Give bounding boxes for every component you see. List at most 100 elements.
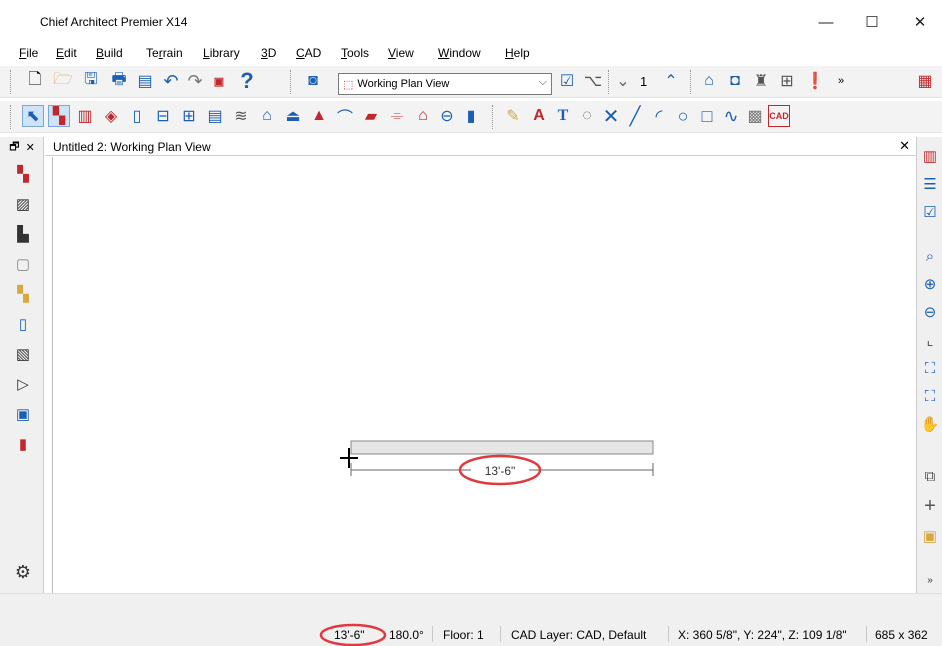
- open-folder-icon[interactable]: 🗁: [52, 70, 74, 92]
- fence-wall-icon[interactable]: ▧: [12, 343, 34, 365]
- undo-zoom-icon[interactable]: ⌞: [919, 329, 941, 351]
- elevation-icon[interactable]: ⊞: [776, 70, 798, 92]
- toolbar-grip[interactable]: [492, 105, 495, 129]
- plan-canvas[interactable]: 13'-6": [52, 157, 916, 593]
- electrical-icon[interactable]: ▮: [460, 105, 482, 127]
- door-icon[interactable]: ▯: [126, 105, 148, 127]
- toolbar-grip[interactable]: [690, 70, 693, 94]
- trim-icon[interactable]: ⌯: [386, 105, 408, 127]
- new-file-icon[interactable]: 🗋: [24, 70, 46, 92]
- cad-detail-icon[interactable]: ▩: [744, 105, 766, 127]
- curved-wall-icon[interactable]: ▮: [12, 433, 34, 455]
- view-select[interactable]: ⬚ Working Plan View ⌵: [338, 73, 552, 95]
- floor-plan-house-icon[interactable]: ⌂: [698, 70, 720, 92]
- rectangle-tool-icon[interactable]: □: [696, 105, 718, 127]
- crosshair-icon[interactable]: +: [919, 495, 941, 517]
- spline-tool-icon[interactable]: ∿: [720, 105, 742, 127]
- help-icon[interactable]: ?: [236, 68, 258, 93]
- pony-wall-icon[interactable]: ▢: [12, 253, 34, 275]
- maximize-button[interactable]: ☐: [852, 12, 892, 34]
- cabinet-icon[interactable]: ◈: [100, 105, 122, 127]
- menu-help[interactable]: Help: [505, 46, 530, 60]
- wall-tool-icon[interactable]: ▚: [48, 105, 70, 127]
- menu-tools[interactable]: Tools: [341, 46, 369, 60]
- cad-block-icon[interactable]: CAD: [768, 105, 790, 127]
- menu-file[interactable]: File: [19, 46, 38, 60]
- camera-view-icon[interactable]: ◙: [302, 70, 324, 92]
- stairs-icon[interactable]: ≋: [230, 105, 252, 127]
- menu-3d[interactable]: 3D: [261, 46, 276, 60]
- terrain-icon[interactable]: ⌒: [334, 105, 356, 127]
- settings-gear-icon[interactable]: ⚙: [12, 561, 34, 583]
- pan-hand-icon[interactable]: ✋: [919, 413, 941, 435]
- checklist-icon[interactable]: ☑: [556, 70, 578, 92]
- zoom-icon[interactable]: ⌕: [919, 245, 941, 267]
- pin-panel-icon[interactable]: 🗗: [9, 138, 19, 157]
- zoom-in-icon[interactable]: ⊕: [919, 273, 941, 295]
- wall-segment[interactable]: [350, 440, 654, 455]
- toolbar-grip[interactable]: [10, 105, 13, 129]
- menu-view[interactable]: View: [388, 46, 414, 60]
- camera-icon[interactable]: ◘: [724, 70, 746, 92]
- menu-edit[interactable]: Edit: [56, 46, 77, 60]
- toolbar-overflow-icon[interactable]: »: [830, 70, 852, 92]
- zoom-out-icon[interactable]: ⊖: [919, 301, 941, 323]
- room-divider-icon[interactable]: ▷: [12, 373, 34, 395]
- toolbar-grip[interactable]: [10, 70, 13, 94]
- roof-icon[interactable]: ⌂: [256, 105, 278, 127]
- redo-icon[interactable]: ↷: [184, 70, 206, 92]
- text-tool-icon[interactable]: T: [552, 105, 574, 127]
- cabinet-tool-icon[interactable]: ▤: [204, 105, 226, 127]
- print-icon[interactable]: 🖶: [108, 70, 130, 92]
- room-icon[interactable]: ⊞: [178, 105, 200, 127]
- straight-wall-icon[interactable]: ▚: [12, 163, 34, 185]
- menu-terrain[interactable]: Terrain: [146, 46, 183, 60]
- landscape-icon[interactable]: ▰: [360, 105, 382, 127]
- save-icon[interactable]: 🖫: [80, 70, 102, 92]
- close-panel-icon[interactable]: ✕: [26, 141, 35, 154]
- interior-wall-icon[interactable]: ▙: [12, 223, 34, 245]
- fill-window-icon[interactable]: ⛶: [919, 357, 941, 379]
- railing-icon[interactable]: ▥: [74, 105, 96, 127]
- menu-cad[interactable]: CAD: [296, 46, 321, 60]
- library-browser-icon[interactable]: ▥: [919, 145, 941, 167]
- project-list-icon[interactable]: ☰: [919, 173, 941, 195]
- text-arrow-icon[interactable]: A: [528, 105, 550, 127]
- down-one-floor-icon[interactable]: ⌄: [612, 70, 634, 92]
- active-layer-icon[interactable]: ☑: [919, 201, 941, 223]
- close-window-button[interactable]: ✕: [900, 12, 940, 34]
- layers-icon[interactable]: ⧉: [919, 465, 941, 487]
- foundation-wall-icon[interactable]: ▯: [12, 313, 34, 335]
- line-tool-icon[interactable]: ╱: [624, 105, 646, 127]
- document-tab[interactable]: Untitled 2: Working Plan View: [53, 140, 211, 154]
- display-options-icon[interactable]: ▣: [919, 525, 941, 547]
- undo-icon[interactable]: ↶: [160, 70, 182, 92]
- fill-window-all-icon[interactable]: ⛶: [919, 385, 941, 407]
- delete-cad-icon[interactable]: ✕: [600, 105, 622, 128]
- callout-icon[interactable]: ◌: [576, 105, 598, 127]
- window-icon[interactable]: ⊟: [152, 105, 174, 127]
- panel-overflow-icon[interactable]: »: [919, 569, 941, 591]
- menu-window[interactable]: Window: [438, 46, 481, 60]
- layout-icon[interactable]: ▦: [914, 70, 936, 92]
- plug-icon[interactable]: ⌥: [582, 70, 604, 92]
- plumbing-icon[interactable]: ⊖: [436, 105, 458, 127]
- ceiling-icon[interactable]: ▲: [308, 105, 330, 127]
- up-one-floor-icon[interactable]: ⌃: [660, 70, 682, 92]
- exterior-wall-icon[interactable]: ▨: [12, 193, 34, 215]
- dimension-icon[interactable]: ✎: [502, 105, 524, 127]
- railing-wall-icon[interactable]: ▚: [12, 283, 34, 305]
- select-objects-icon[interactable]: ⬉: [22, 105, 44, 127]
- circle-tool-icon[interactable]: ○: [672, 105, 694, 127]
- close-document-icon[interactable]: ✕: [899, 138, 910, 154]
- project-browser-icon[interactable]: ▣: [208, 70, 230, 92]
- minimize-button[interactable]: —: [806, 12, 846, 34]
- walkthrough-icon[interactable]: ♜: [750, 70, 772, 92]
- arc-tool-icon[interactable]: ◜: [648, 105, 670, 127]
- menu-library[interactable]: Library: [203, 46, 240, 60]
- toolbar-grip[interactable]: [608, 70, 611, 94]
- print-preview-icon[interactable]: ▤: [134, 70, 156, 92]
- footprints-icon[interactable]: ❗: [804, 70, 826, 92]
- menu-build[interactable]: Build: [96, 46, 123, 60]
- framing-icon[interactable]: ⏏: [282, 105, 304, 127]
